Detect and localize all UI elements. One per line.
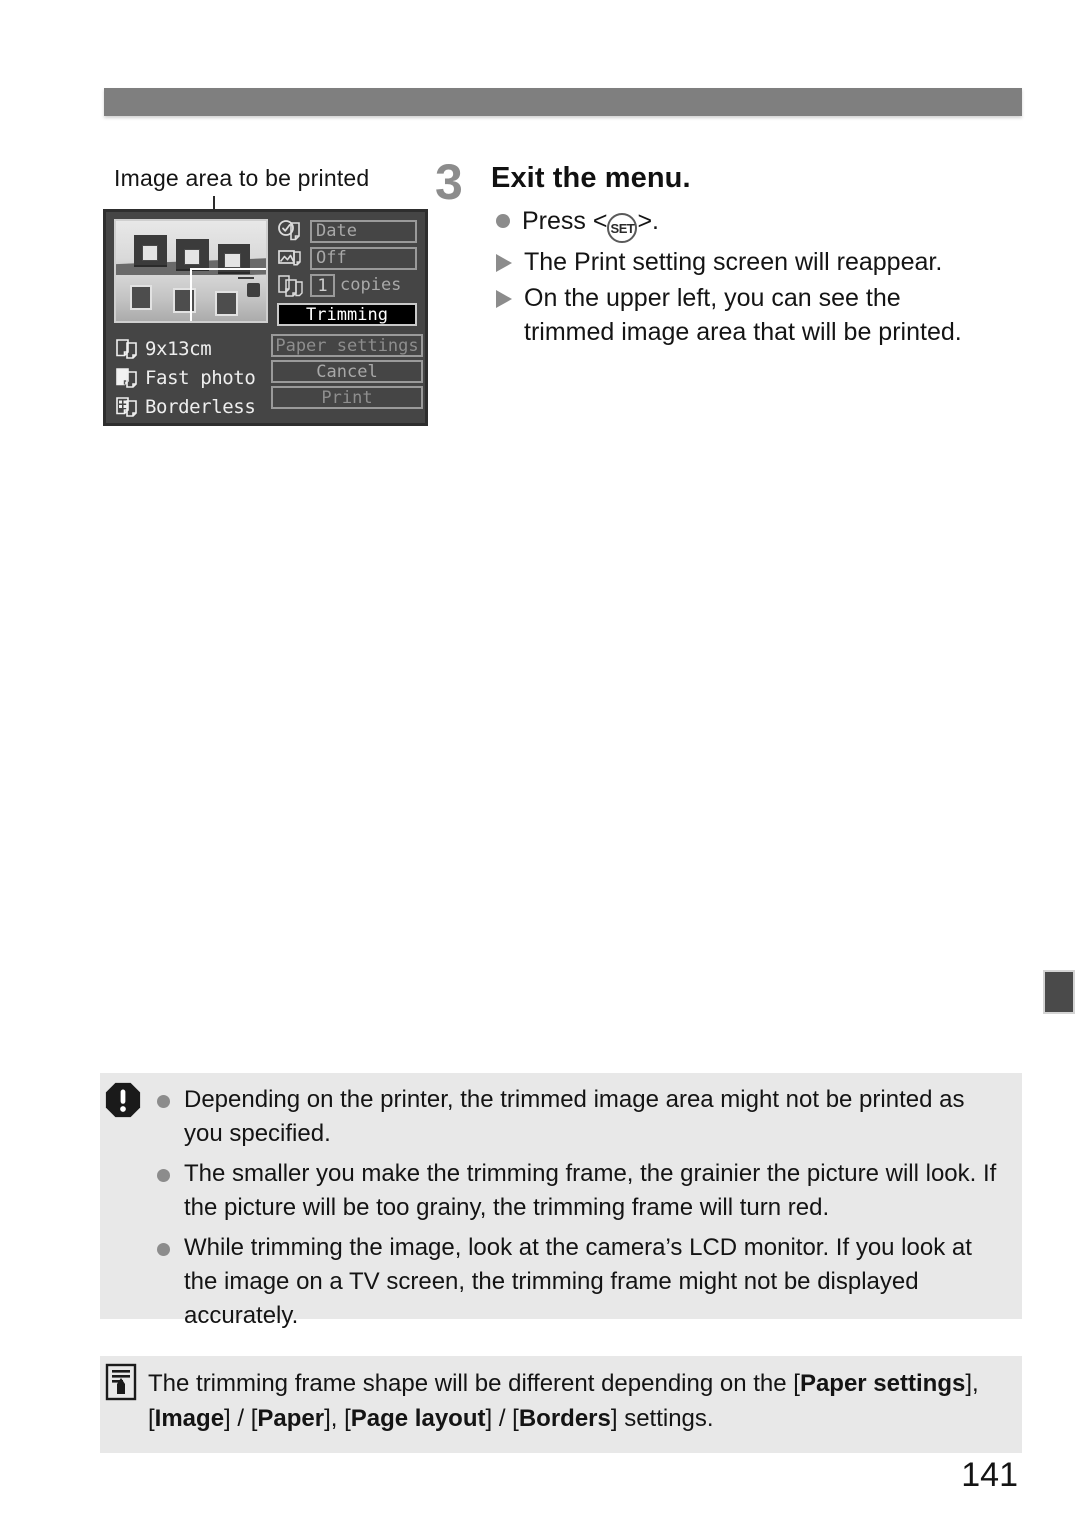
- copies-count[interactable]: 1: [310, 273, 335, 297]
- memo-text: The trimming frame shape will be differe…: [148, 1370, 979, 1432]
- paper-size-icon: [116, 338, 137, 359]
- warning-icon: [105, 1082, 141, 1118]
- copies-label: copies: [340, 275, 402, 295]
- triangle-bullet-icon: [496, 254, 512, 272]
- facade-window-1: [129, 285, 152, 310]
- figure-caption: Image area to be printed: [114, 165, 370, 191]
- bullet-dot-icon: [157, 1243, 170, 1256]
- bullet-dot-icon: [157, 1095, 170, 1108]
- lcd-button-print[interactable]: Print: [271, 386, 423, 409]
- lcd-action-buttons: Paper settings Cancel Print: [271, 331, 423, 409]
- memo-box: The trimming frame shape will be differe…: [100, 1356, 1022, 1453]
- step-number: 3: [435, 154, 463, 210]
- triangle-bullet-icon: [496, 290, 512, 308]
- page-layout-label: Borderless: [145, 395, 256, 418]
- step-line-reappear: The Print setting screen will reappear.: [496, 245, 1036, 279]
- caution-box: Depending on the printer, the trimmed im…: [100, 1073, 1022, 1329]
- press-text-before: Press <: [522, 207, 608, 235]
- chapter-edge-tab: [1043, 970, 1075, 1014]
- dormer-window-2: [183, 249, 200, 265]
- lcd-button-trimming[interactable]: Trimming: [277, 303, 417, 326]
- page-layout-row: Borderless: [114, 392, 264, 421]
- paper-type-row: Fast photo: [114, 363, 264, 392]
- caution-item: Depending on the printer, the trimmed im…: [157, 1083, 1007, 1151]
- paper-size-label: 9x13cm: [145, 337, 212, 360]
- image-effect-field[interactable]: Off: [310, 246, 417, 270]
- page-layout-icon: [116, 396, 137, 417]
- lcd-row-image-effect[interactable]: Off: [277, 246, 417, 270]
- paper-type-icon: [116, 367, 137, 388]
- caution-item: The smaller you make the trimming frame,…: [157, 1157, 1007, 1225]
- date-icon: [278, 220, 300, 241]
- dormer-window-1: [141, 245, 158, 261]
- lcd-paper-info: 9x13cm Fast photo Borderless: [114, 334, 264, 421]
- step-line-upperleft-text: On the upper left, you can see the trimm…: [524, 284, 962, 346]
- caution-list: Depending on the printer, the trimmed im…: [157, 1083, 1007, 1333]
- dormer-window-3: [224, 253, 241, 268]
- set-button-icon: SET: [607, 213, 638, 243]
- lcd-row-copies[interactable]: 1 copies: [277, 273, 417, 297]
- step-line-reappear-text: The Print setting screen will reappear.: [524, 248, 943, 276]
- step-line-press-text: Press < SET >.: [522, 204, 659, 243]
- image-thumbnail: [114, 219, 268, 323]
- caution-item-text: Depending on the printer, the trimmed im…: [184, 1086, 965, 1147]
- press-text-after: >.: [637, 207, 659, 235]
- paper-size-row: 9x13cm: [114, 334, 264, 363]
- step-instruction-list: Press < SET >. The Print setting screen wi…: [496, 204, 1036, 351]
- date-field[interactable]: Date: [310, 219, 417, 243]
- header-bar: [104, 88, 1022, 116]
- lcd-button-cancel[interactable]: Cancel: [271, 360, 423, 383]
- image-effect-icon: [278, 250, 301, 266]
- step-line-press: Press < SET >.: [496, 204, 1036, 243]
- copies-icon: [278, 275, 303, 297]
- step-line-upperleft: On the upper left, you can see the trimm…: [496, 281, 1036, 349]
- lcd-top-section: Date Off 1 copies Trimming: [114, 219, 417, 326]
- manual-page: Image area to be printed Date Off 1 copi…: [0, 0, 1080, 1521]
- step-title: Exit the menu.: [491, 162, 691, 194]
- lcd-row-date[interactable]: Date: [277, 219, 417, 243]
- lcd-settings-column: Date Off 1 copies Trimming: [277, 219, 417, 326]
- bullet-dot-icon: [157, 1169, 170, 1182]
- camera-lcd-screen: Date Off 1 copies Trimming 9x13cm Fast p…: [103, 209, 428, 426]
- caution-item: While trimming the image, look at the ca…: [157, 1231, 1007, 1333]
- paper-type-label: Fast photo: [145, 366, 256, 389]
- lcd-button-paper-settings[interactable]: Paper settings: [271, 334, 423, 357]
- trimming-frame-overlay: [189, 268, 266, 321]
- note-icon: [105, 1363, 137, 1401]
- bullet-dot-icon: [496, 214, 510, 228]
- caution-item-text: The smaller you make the trimming frame,…: [184, 1160, 997, 1221]
- copies-group[interactable]: 1 copies: [310, 273, 417, 297]
- page-number: 141: [961, 1456, 1018, 1494]
- caution-item-text: While trimming the image, look at the ca…: [184, 1234, 972, 1329]
